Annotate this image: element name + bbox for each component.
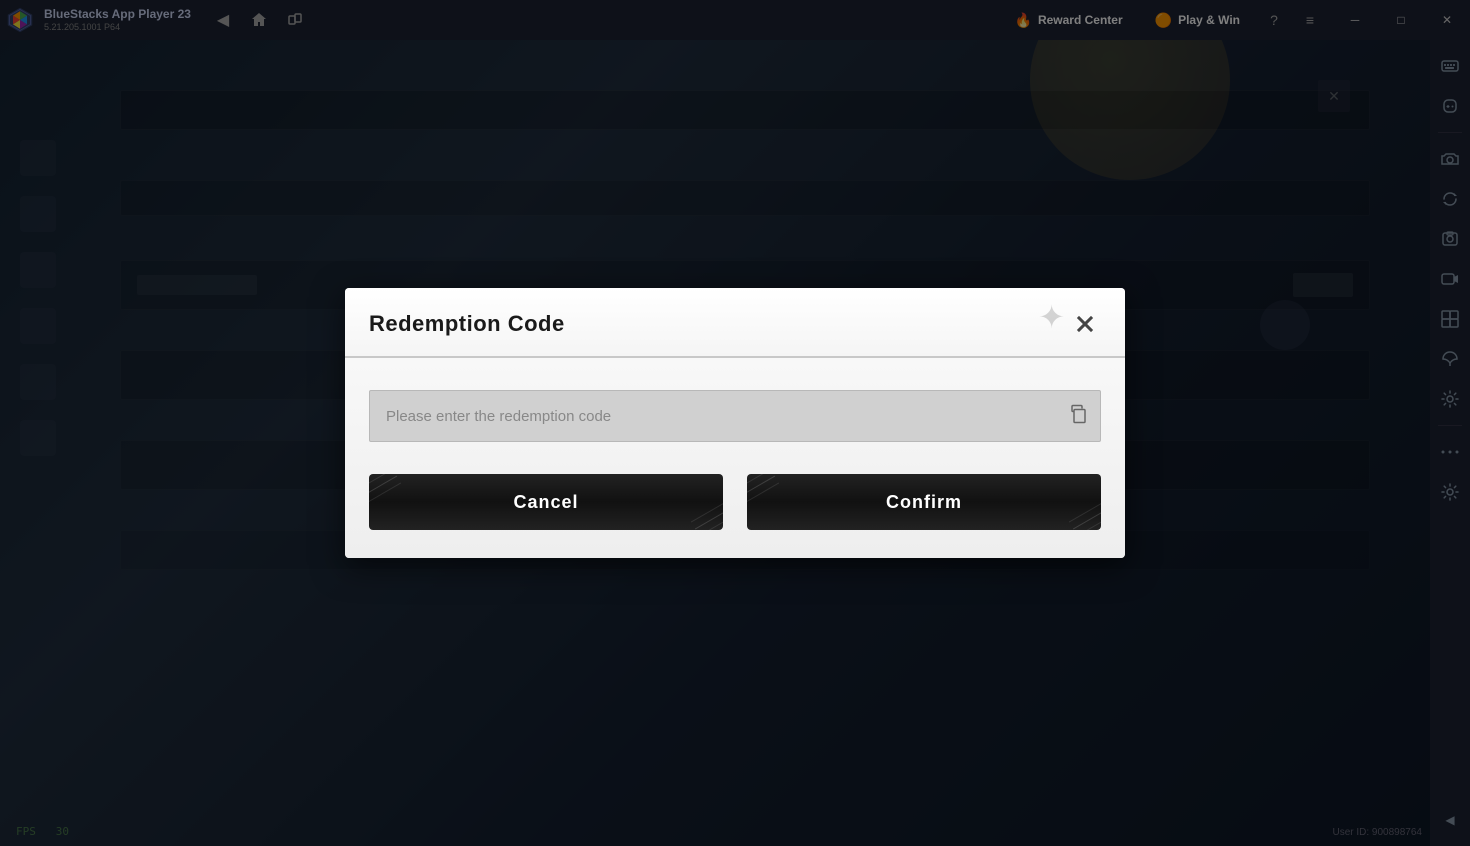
close-x-icon	[1073, 312, 1097, 336]
cancel-label: Cancel	[513, 492, 578, 512]
code-input-wrapper	[369, 390, 1101, 442]
confirm-button[interactable]: Confirm	[747, 474, 1101, 530]
overlay: Redemption Code ✦ Cancel	[0, 0, 1470, 846]
paste-icon[interactable]	[1069, 404, 1089, 429]
redemption-code-input[interactable]	[369, 390, 1101, 442]
dialog-buttons: Cancel Confirm	[369, 474, 1101, 530]
confirm-label: Confirm	[886, 492, 962, 512]
dialog-decoration: ✦	[1038, 298, 1065, 336]
dialog-close-button[interactable]	[1069, 308, 1101, 340]
dialog-body: Cancel Confirm	[345, 358, 1125, 558]
redemption-dialog: Redemption Code ✦ Cancel	[345, 288, 1125, 558]
dialog-title: Redemption Code	[369, 311, 565, 337]
cancel-button[interactable]: Cancel	[369, 474, 723, 530]
dialog-header: Redemption Code ✦	[345, 288, 1125, 358]
